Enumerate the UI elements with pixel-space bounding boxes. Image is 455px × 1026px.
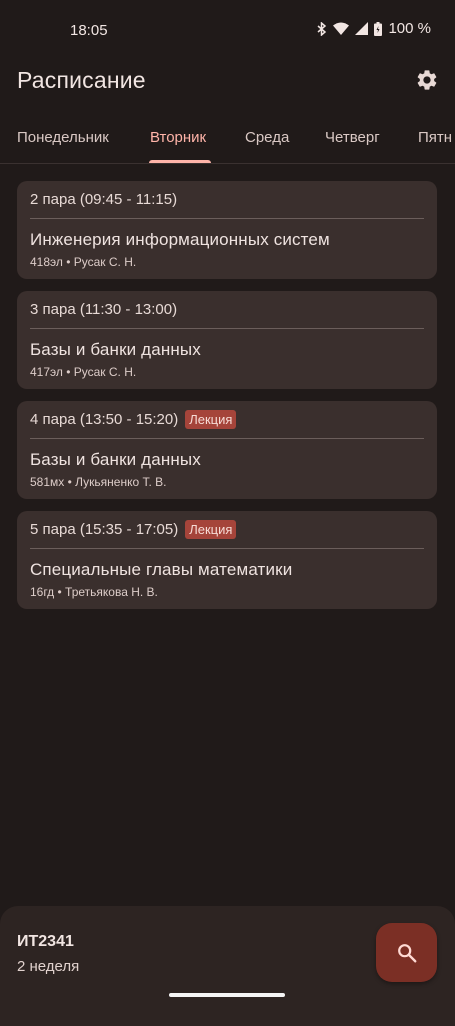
lesson-type-badge: Лекция bbox=[185, 410, 237, 429]
page-title: Расписание bbox=[17, 67, 146, 93]
app-bar: Расписание bbox=[0, 64, 455, 100]
status-bar: 18:05 100 % bbox=[0, 0, 455, 64]
lesson-subject: Инженерия информационных систем bbox=[30, 230, 330, 249]
lesson-card[interactable]: 2 пара (09:45 - 11:15) Инженерия информа… bbox=[17, 181, 437, 279]
bluetooth-icon bbox=[317, 21, 327, 36]
settings-button[interactable] bbox=[415, 68, 439, 92]
lesson-card[interactable]: 5 пара (15:35 - 17:05) Лекция Специальны… bbox=[17, 511, 437, 609]
lesson-time-row: 3 пара (11:30 - 13:00) bbox=[30, 291, 424, 329]
battery-icon bbox=[374, 21, 383, 36]
lesson-details: 581мх • Лукьяненко Т. В. bbox=[30, 475, 167, 489]
lesson-details: 16гд • Третьякова Н. В. bbox=[30, 585, 158, 599]
search-button[interactable] bbox=[376, 923, 437, 982]
gear-icon bbox=[417, 70, 437, 90]
lesson-list: 2 пара (09:45 - 11:15) Инженерия информа… bbox=[17, 181, 437, 621]
signal-icon bbox=[355, 22, 369, 35]
tab-tuesday[interactable]: Вторник bbox=[150, 129, 206, 146]
lesson-card[interactable]: 4 пара (13:50 - 15:20) Лекция Базы и бан… bbox=[17, 401, 437, 499]
lesson-details: 417эл • Русак С. Н. bbox=[30, 365, 137, 379]
lesson-details: 418эл • Русак С. Н. bbox=[30, 255, 137, 269]
lesson-time: 3 пара (11:30 - 13:00) bbox=[30, 301, 178, 318]
day-tabs: Понедельник Вторник Среда Четверг Пятн bbox=[0, 116, 455, 164]
lesson-subject: Специальные главы математики bbox=[30, 560, 293, 579]
lesson-subject: Базы и банки данных bbox=[30, 340, 201, 359]
bottom-bar: ИТ2341 2 неделя bbox=[0, 906, 455, 1026]
tab-monday[interactable]: Понедельник bbox=[17, 129, 109, 146]
tab-friday[interactable]: Пятн bbox=[418, 129, 452, 146]
group-name[interactable]: ИТ2341 bbox=[17, 933, 74, 951]
tab-wednesday[interactable]: Среда bbox=[245, 129, 289, 146]
status-icons: 100 % bbox=[317, 20, 431, 37]
active-tab-indicator bbox=[149, 160, 211, 163]
tab-thursday[interactable]: Четверг bbox=[325, 129, 380, 146]
lesson-time: 4 пара (13:50 - 15:20) bbox=[30, 411, 179, 428]
lesson-subject: Базы и банки данных bbox=[30, 450, 201, 469]
lesson-time: 2 пара (09:45 - 11:15) bbox=[30, 191, 178, 208]
wifi-icon bbox=[333, 22, 350, 35]
lesson-card[interactable]: 3 пара (11:30 - 13:00) Базы и банки данн… bbox=[17, 291, 437, 389]
lesson-time: 5 пара (15:35 - 17:05) bbox=[30, 521, 179, 538]
lesson-time-row: 5 пара (15:35 - 17:05) Лекция bbox=[30, 511, 424, 549]
search-icon bbox=[397, 943, 416, 962]
home-indicator[interactable] bbox=[169, 993, 285, 997]
battery-percent: 100 % bbox=[388, 20, 431, 37]
week-label: 2 неделя bbox=[17, 958, 80, 975]
status-time: 18:05 bbox=[70, 22, 108, 39]
lesson-time-row: 2 пара (09:45 - 11:15) bbox=[30, 181, 424, 219]
lesson-time-row: 4 пара (13:50 - 15:20) Лекция bbox=[30, 401, 424, 439]
lesson-type-badge: Лекция bbox=[185, 520, 237, 539]
